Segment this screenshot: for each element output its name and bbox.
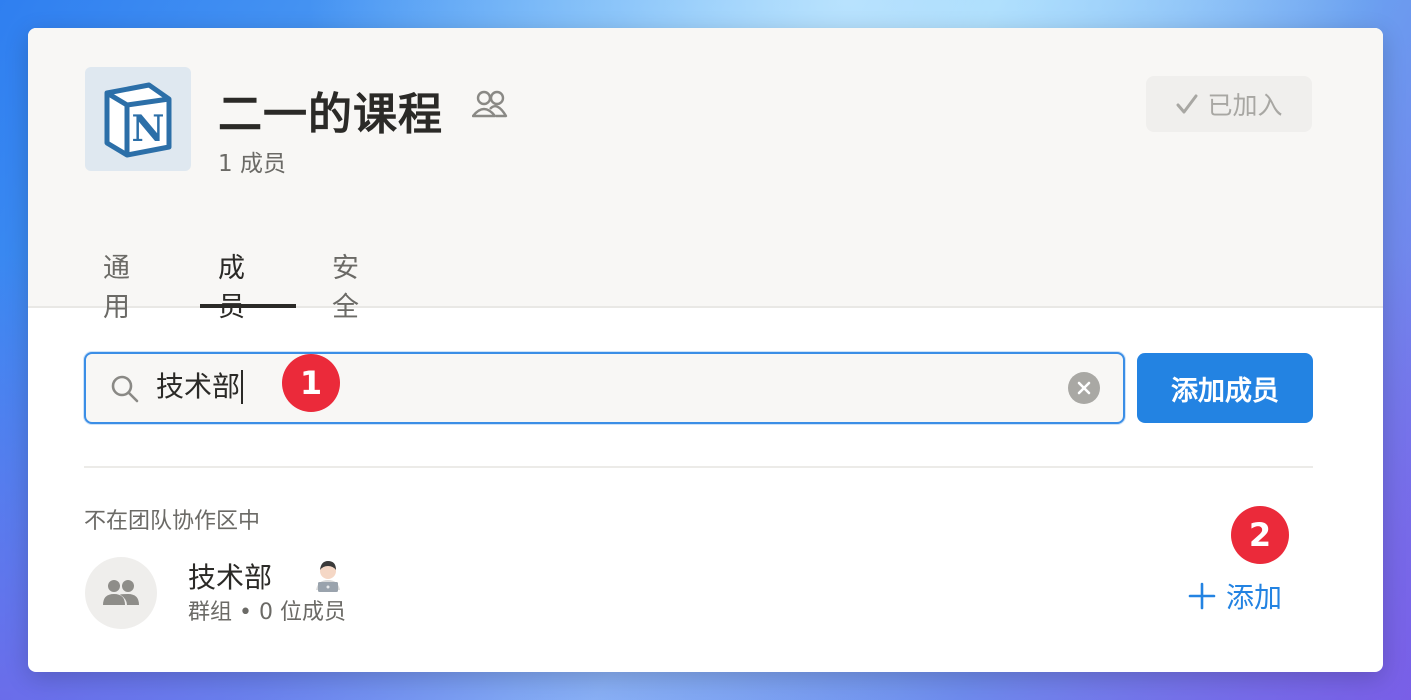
tab-general[interactable]: 通用	[103, 242, 130, 323]
search-icon	[111, 375, 139, 403]
clear-icon[interactable]	[1068, 372, 1100, 404]
group-avatar-icon	[85, 557, 157, 629]
group-name: 技术部	[188, 561, 273, 594]
plus-icon	[1188, 582, 1216, 610]
group-meta: 群组 • 0 位成员	[188, 600, 346, 625]
add-group-label: 添加	[1226, 581, 1283, 614]
add-group-button[interactable]: 添加	[1188, 576, 1282, 616]
check-icon	[1176, 94, 1198, 114]
divider	[84, 466, 1313, 468]
add-member-button[interactable]: 添加成员	[1137, 353, 1313, 423]
workspace-settings-card: N 二一的课程 1 成员 已加入 通用 成员 安全 技术部	[28, 28, 1383, 672]
member-search-input[interactable]: 技术部	[84, 352, 1125, 424]
active-tab-indicator	[200, 304, 296, 308]
step-marker-1: 1	[282, 354, 340, 412]
section-label: 不在团队协作区中	[84, 509, 261, 534]
joined-button[interactable]: 已加入	[1146, 76, 1312, 132]
logo-letter: N	[132, 108, 165, 150]
workspace-header: N 二一的课程 1 成员 已加入 通用 成员 安全	[28, 28, 1383, 323]
page-title: 二一的课程	[218, 89, 443, 140]
technologist-emoji	[316, 561, 340, 592]
group-icon	[472, 90, 508, 118]
member-count: 1 成员	[218, 151, 286, 177]
joined-label: 已加入	[1207, 91, 1283, 120]
search-value[interactable]: 技术部	[156, 370, 244, 404]
notion-logo-icon: N	[85, 67, 191, 171]
tab-security[interactable]: 安全	[332, 242, 359, 323]
step-marker-2: 2	[1231, 506, 1289, 564]
tab-members[interactable]: 成员	[218, 242, 245, 323]
